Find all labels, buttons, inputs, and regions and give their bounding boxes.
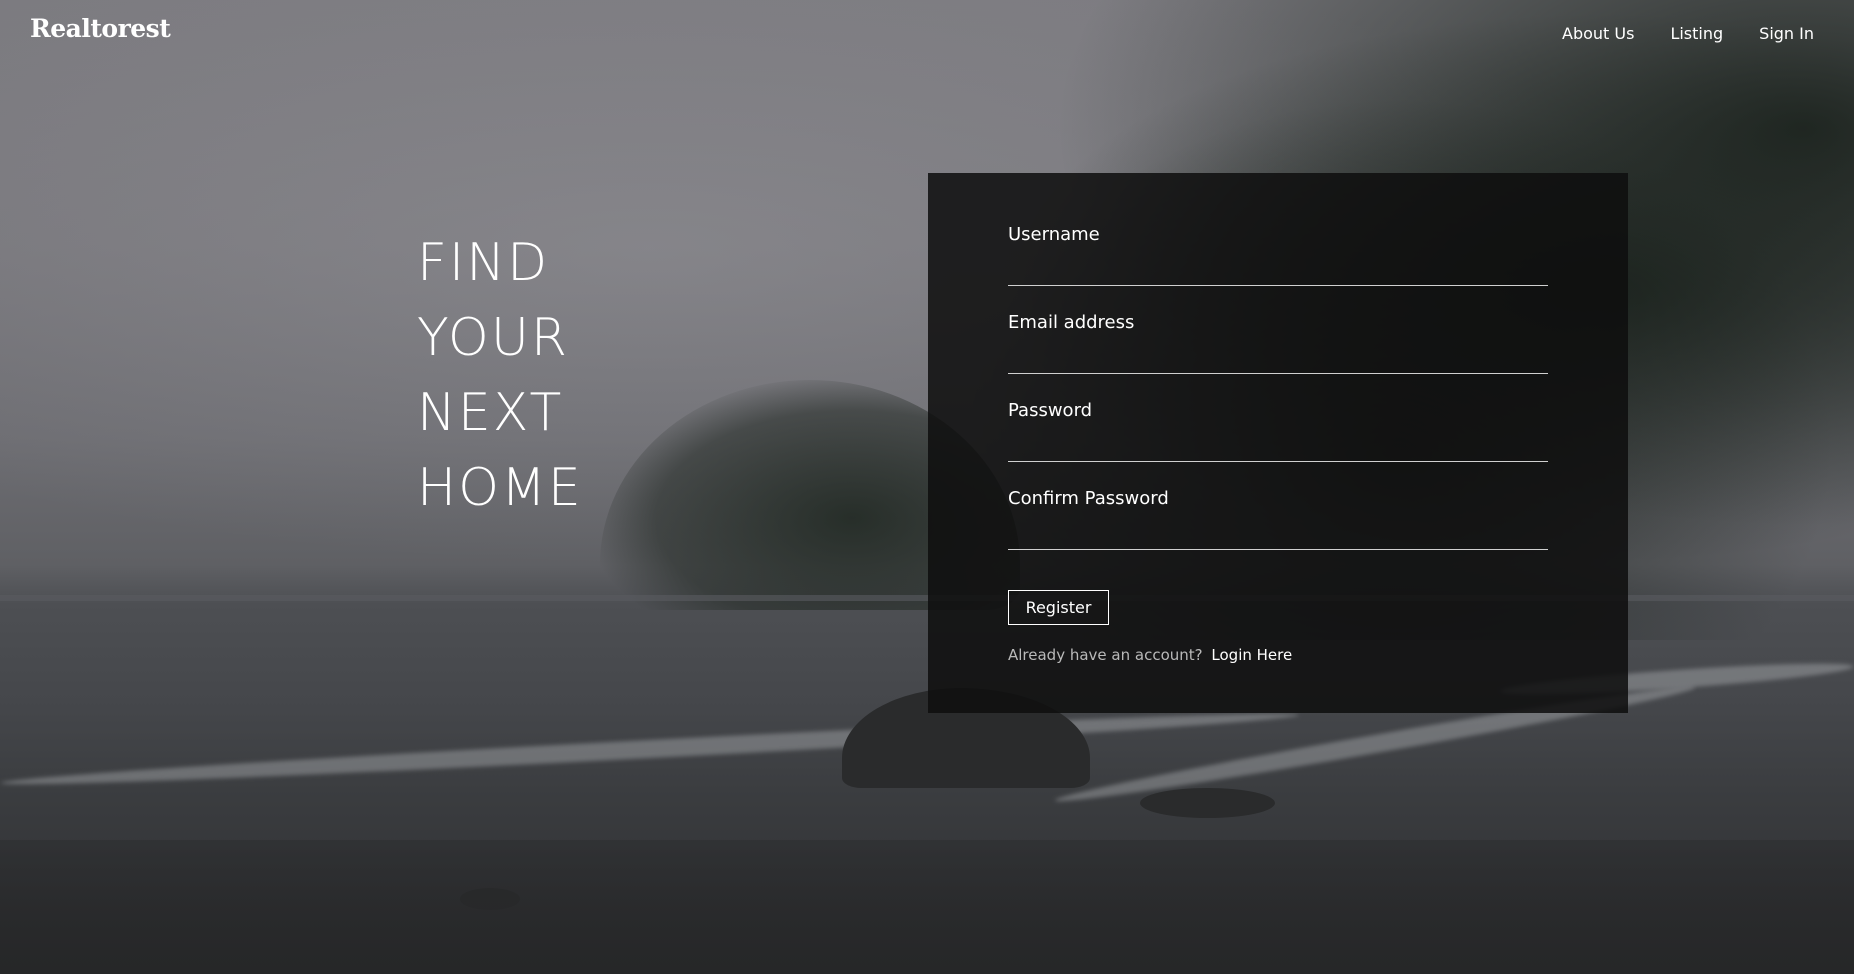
email-label: Email address	[1008, 312, 1135, 333]
login-row: Already have an account? Login Here	[1008, 646, 1292, 664]
nav-about-us[interactable]: About Us	[1544, 24, 1652, 43]
username-input[interactable]	[1008, 255, 1548, 283]
email-field-group: Email address	[1008, 312, 1548, 374]
register-form: Username Email address Password Confirm …	[928, 173, 1628, 713]
username-field-group: Username	[1008, 224, 1548, 286]
sand-beach	[0, 840, 1854, 974]
confirm-password-label: Confirm Password	[1008, 488, 1169, 509]
login-prompt-text: Already have an account?	[1008, 646, 1203, 664]
email-input[interactable]	[1008, 343, 1548, 371]
nav-listing[interactable]: Listing	[1652, 24, 1741, 43]
brand-logo[interactable]: Realtorest	[30, 14, 171, 43]
confirm-password-field-group: Confirm Password	[1008, 488, 1548, 550]
register-button[interactable]: Register	[1008, 590, 1109, 625]
hero-line: HOME	[417, 458, 583, 518]
username-label: Username	[1008, 224, 1100, 245]
rock	[1140, 788, 1275, 818]
nav-links: About Us Listing Sign In	[1544, 24, 1832, 43]
nav-sign-in[interactable]: Sign In	[1741, 24, 1832, 43]
wave	[0, 705, 1300, 793]
confirm-password-input[interactable]	[1008, 519, 1548, 547]
hero-line: YOUR	[417, 308, 570, 368]
password-field-group: Password	[1008, 400, 1548, 462]
hero-tagline: FIND YOUR NEXT HOME	[417, 226, 583, 526]
top-navbar: Realtorest About Us Listing Sign In	[0, 0, 1854, 70]
password-label: Password	[1008, 400, 1093, 421]
hero-line: NEXT	[417, 383, 564, 443]
login-here-link[interactable]: Login Here	[1211, 646, 1292, 664]
hero-line: FIND	[417, 233, 550, 293]
password-input[interactable]	[1008, 431, 1548, 459]
